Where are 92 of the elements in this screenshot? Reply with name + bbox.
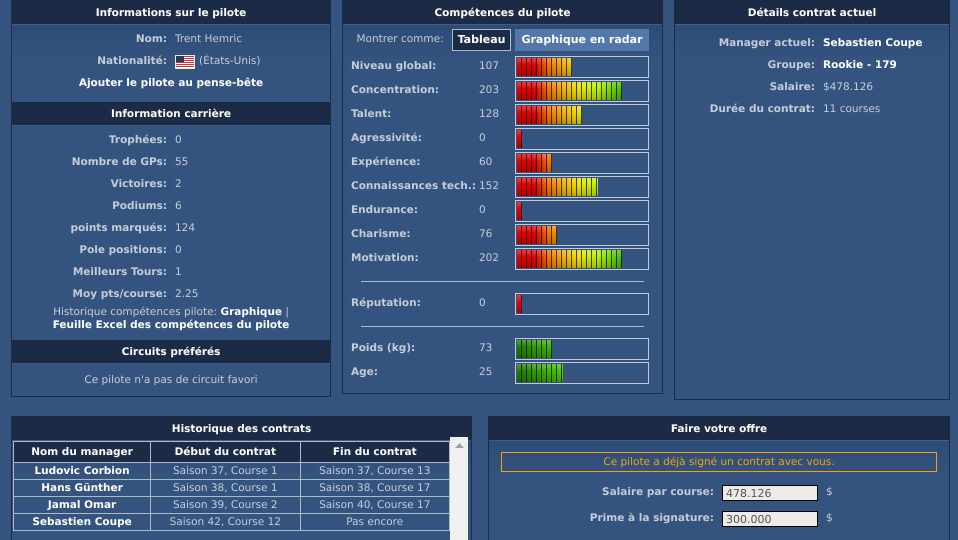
contract-value: $478.126 [823,81,874,95]
offer-input[interactable]: 478.126 [722,485,818,501]
stat-label: Nombre de GPs: [70,156,167,170]
table-cell: Jamal Omar [14,496,151,514]
stat-value: 6 [175,200,183,214]
stat-value: 1 [175,266,183,280]
panel-header: Détails contrat actuel [675,1,949,25]
link-separator: | [285,306,289,318]
stat-value: 55 [175,156,190,170]
table-cell: Saison 37, Course 13 [300,462,450,480]
skill-label: Niveau global: [351,60,438,74]
offer-label: Prime à la signature: [588,512,714,526]
currency-label: $ [826,486,833,500]
skill-label: Charisme: [351,228,412,242]
field-label: Nationalité: [96,54,167,68]
no-circuit-message: Ce pilote n'a pas de circuit favori [84,374,258,386]
skill-value: 152 [479,180,500,194]
field-value: (États-Unis) [199,54,260,68]
stat-label: Trophées: [108,134,167,148]
skill-label: Poids (kg): [351,342,416,356]
panel-header: Information carrière [12,102,330,126]
skill-label: Connaissances tech.: [351,180,477,194]
table-cell: Sebastien Coupe [14,514,151,530]
stat-label: points marqués: [70,222,167,236]
stat-value: 124 [175,222,196,236]
stat-value: 2 [175,178,183,192]
column-header: Fin du contrat [300,442,450,462]
panel-header: Historique des contrats [12,417,471,441]
stat-label: Moy pts/course: [72,288,167,302]
skill-label: Concentration: [351,84,440,98]
contract-value: Sebastien Coupe [823,37,924,51]
skill-label: Agressivité: [351,132,423,146]
column-header: Début du contrat [150,442,300,462]
skill-value: 128 [479,108,500,122]
stat-label: Podiums: [111,200,167,214]
table-cell: Saison 40, Course 17 [300,496,450,514]
table-cell: Saison 39, Course 2 [150,496,300,514]
column-header: Nom du manager [14,442,151,462]
skill-label: Expérience: [351,156,422,170]
skill-value: 202 [479,252,500,266]
skill-value: 203 [479,84,500,98]
notice-message: Ce pilote a déjà signé un contrat avec vous. [501,452,937,472]
table-cell: Hans Günther [14,480,151,496]
flag-icon [175,54,195,69]
table-cell: Saison 38, Course 17 [300,480,450,496]
table-cell: Ludovic Corbion [14,462,151,480]
table-cell: Saison 37, Course 1 [150,462,300,480]
scroll-up-icon[interactable] [454,443,464,448]
skill-value: 0 [479,204,487,218]
skill-label: Age: [351,366,379,380]
skill-label: Endurance: [351,204,419,218]
skill-value: 73 [479,342,494,356]
contract-value: Rookie - 179 [823,59,898,73]
stat-value: 2.25 [175,288,200,302]
stat-value: 0 [175,134,183,148]
stat-label: Pole positions: [78,244,167,258]
skill-value: 76 [479,228,494,242]
offer-input[interactable]: 300.000 [722,511,818,527]
field-label: Nom: [134,33,167,47]
view-tab[interactable]: Tableau [452,29,512,52]
view-tab[interactable]: Graphique en radar [515,29,649,52]
panel-header: Faire votre offre [489,417,949,441]
contract-label: Salaire: [768,81,815,95]
field-value: Trent Hemric [175,33,242,47]
excel-link[interactable]: Feuille Excel des compétences du pilote [52,319,290,332]
stat-label: Victoires: [110,178,167,192]
graph-link[interactable]: Graphique [220,306,282,318]
watchlist-link[interactable]: Ajouter le pilote au pense-bête [78,76,264,89]
contract-value: 11 courses [823,103,882,117]
skill-value: 107 [479,60,500,74]
skill-value: 25 [479,366,494,380]
panel-header: Informations sur le pilote [12,1,330,25]
skill-value: 0 [479,297,487,312]
contract-label: Groupe: [766,59,815,73]
currency-label: $ [826,512,833,526]
table-cell: Saison 38, Course 1 [150,480,300,496]
contract-label: Manager actuel: [718,37,815,51]
table-cell: Saison 42, Course 12 [150,514,300,530]
panel-header: Circuits préférés [12,340,330,364]
skill-label: Talent: [351,108,392,122]
skill-value: 60 [479,156,494,170]
panel-header: Compétences du pilote [343,1,662,25]
stat-label: Meilleurs Tours: [72,266,167,280]
show-as-label: Montrer comme: [356,33,444,47]
history-label: Historique compétences pilote: [53,306,218,318]
offer-label: Salaire par course: [601,486,714,500]
contract-label: Durée du contrat: [708,103,815,117]
skill-label: Motivation: [351,252,420,266]
skill-label: Réputation: [351,297,422,312]
stat-value: 0 [175,244,183,258]
table-cell: Pas encore [300,514,450,530]
skill-value: 0 [479,132,487,146]
